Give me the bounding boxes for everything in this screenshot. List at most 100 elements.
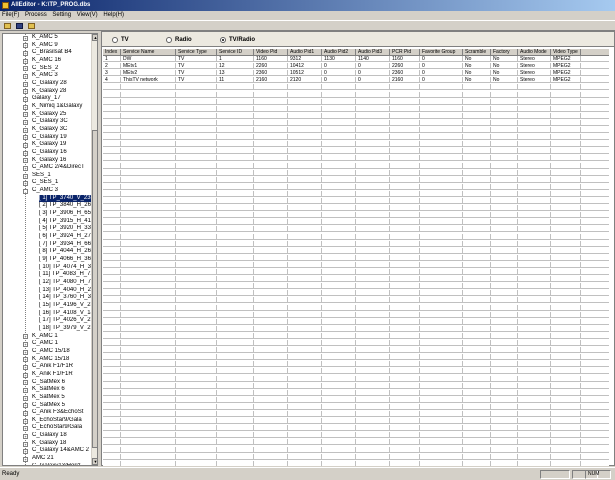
table-row[interactable] xyxy=(103,155,609,161)
satellite-tree[interactable]: +K_AMC 5+K_AMC 9+C_Brasilsat B4+K_AMC 16… xyxy=(2,33,98,466)
tree-node-satellite[interactable]: +C_Brasilsat B4 xyxy=(3,49,91,57)
table-row[interactable] xyxy=(103,127,609,133)
service-table[interactable]: IndexService NameService TypeService IDV… xyxy=(103,49,609,466)
table-row[interactable]: 2MEtv1TV122260104120022600NoNoStereoMPEG… xyxy=(103,63,609,69)
table-row[interactable] xyxy=(103,255,609,261)
expand-icon[interactable]: + xyxy=(23,51,28,56)
tree-node-transponder[interactable]: [ 5] TP_3920_H_334 xyxy=(3,225,91,233)
table-row[interactable] xyxy=(103,312,609,318)
tree-node-satellite[interactable]: +K_AMC 15/18 xyxy=(3,356,91,364)
tree-node-transponder[interactable]: [ 10] TP_4074_H_300 xyxy=(3,264,91,272)
folder-button[interactable] xyxy=(27,22,36,30)
table-row[interactable] xyxy=(103,262,609,268)
expand-icon[interactable]: + xyxy=(23,36,28,41)
expand-icon[interactable]: + xyxy=(23,449,28,454)
expand-icon[interactable]: + xyxy=(23,396,28,401)
tree-node-satellite[interactable]: +K_Galaxy 19 xyxy=(3,141,91,149)
tree-node-transponder[interactable]: [ 16] TP_4108_V_148 xyxy=(3,310,91,318)
tree-node-satellite[interactable]: +K_Galaxy 18 xyxy=(3,440,91,448)
expand-icon[interactable]: + xyxy=(23,120,28,125)
tree-node-satellite[interactable]: +C_Galaxy 14&AMC 2 xyxy=(3,447,91,455)
table-row[interactable] xyxy=(103,447,609,453)
tree-node-satellite[interactable]: +C_AMC 2/4&DirecT xyxy=(3,164,91,172)
expand-icon[interactable]: + xyxy=(23,112,28,117)
expand-icon[interactable]: + xyxy=(23,59,28,64)
menu-file[interactable]: File(F) xyxy=(0,11,21,20)
expand-icon[interactable]: + xyxy=(23,426,28,431)
table-row[interactable] xyxy=(103,290,609,296)
table-row[interactable] xyxy=(103,226,609,232)
tree-node-satellite[interactable]: +C_Anik F1/F1R xyxy=(3,363,91,371)
expand-icon[interactable]: + xyxy=(23,434,28,439)
tree-node-transponder[interactable]: [ 2] TP_3840_H_266 xyxy=(3,202,91,210)
tree-node-satellite[interactable]: +C_SatMex 6 xyxy=(3,379,91,387)
expand-icon[interactable]: + xyxy=(23,357,28,362)
expand-icon[interactable]: + xyxy=(23,442,28,447)
expand-icon[interactable]: + xyxy=(23,403,28,408)
tree-node-satellite[interactable]: +K_AMC 3 xyxy=(3,72,91,80)
tree-node-satellite[interactable]: +C_Galaxy 3C xyxy=(3,118,91,126)
table-row[interactable] xyxy=(103,198,609,204)
tree-node-transponder[interactable]: [ 18] TP_3979_V_266 xyxy=(3,325,91,333)
table-row[interactable] xyxy=(103,283,609,289)
tree-node-satellite[interactable]: +C_SES_2 xyxy=(3,65,91,73)
expand-icon[interactable]: + xyxy=(23,365,28,370)
expand-icon[interactable]: + xyxy=(23,89,28,94)
open-button[interactable] xyxy=(3,22,12,30)
tree-node-transponder[interactable]: [ 8] TP_4044_H_266 xyxy=(3,248,91,256)
table-row[interactable] xyxy=(103,454,609,460)
table-row[interactable] xyxy=(103,276,609,282)
tree-node-satellite[interactable]: +K_Galaxy 25 xyxy=(3,111,91,119)
expand-icon[interactable]: + xyxy=(23,373,28,378)
table-row[interactable] xyxy=(103,120,609,126)
tree-node-satellite[interactable]: +K_AMC 16 xyxy=(3,57,91,65)
table-row[interactable] xyxy=(103,84,609,90)
tree-node-satellite[interactable]: +C_AMC 15/18 xyxy=(3,348,91,356)
table-row[interactable] xyxy=(103,461,609,466)
table-row[interactable] xyxy=(103,425,609,431)
table-row[interactable] xyxy=(103,390,609,396)
tree-node-transponder[interactable]: [ 17] TP_4026_V_266 xyxy=(3,317,91,325)
tree-node-satellite[interactable]: +K_AMC 1 xyxy=(3,333,91,341)
tree-node-satellite[interactable]: +C_Galaxy13/Horiz xyxy=(3,463,91,466)
expand-icon[interactable]: + xyxy=(23,388,28,393)
scroll-thumb[interactable] xyxy=(92,130,98,448)
tree-node-satellite[interactable]: +K_SatMex 6 xyxy=(3,386,91,394)
table-row[interactable] xyxy=(103,205,609,211)
table-row[interactable] xyxy=(103,439,609,445)
tree-node-satellite[interactable]: +K_Galaxy 3C xyxy=(3,126,91,134)
table-row[interactable] xyxy=(103,134,609,140)
expand-icon[interactable]: + xyxy=(23,74,28,79)
tree-node-satellite[interactable]: +C_Galaxy 18 xyxy=(3,432,91,440)
table-row[interactable] xyxy=(103,305,609,311)
expand-icon[interactable]: + xyxy=(23,66,28,71)
collapse-icon[interactable]: - xyxy=(23,189,28,194)
menu-view[interactable]: View(V) xyxy=(75,11,100,20)
table-row[interactable] xyxy=(103,368,609,374)
table-row[interactable] xyxy=(103,404,609,410)
tree-node-satellite[interactable]: +K_AMC 9 xyxy=(3,42,91,50)
tree-node-satellite[interactable]: +K_EchoStar9/Gala xyxy=(3,417,91,425)
expand-icon[interactable]: + xyxy=(23,151,28,156)
tree-node-satellite[interactable]: +C_AMC 1 xyxy=(3,340,91,348)
tree-node-transponder[interactable]: [ 15] TP_4196_V_289 xyxy=(3,302,91,310)
expand-icon[interactable]: + xyxy=(23,143,28,148)
expand-icon[interactable]: + xyxy=(23,158,28,163)
table-row[interactable] xyxy=(103,106,609,112)
tree-scrollbar[interactable]: ▲ ▼ xyxy=(91,34,98,465)
tree-node-satellite[interactable]: -C_AMC 3 xyxy=(3,187,91,195)
tree-node-transponder[interactable]: [ 13] TP_4040_H_266 xyxy=(3,287,91,295)
table-row[interactable] xyxy=(103,269,609,275)
tree-node-transponder[interactable]: [ 12] TP_4080_H_72 xyxy=(3,279,91,287)
expand-icon[interactable]: + xyxy=(23,465,28,466)
table-row[interactable] xyxy=(103,141,609,147)
table-row[interactable] xyxy=(103,361,609,367)
table-row[interactable] xyxy=(103,376,609,382)
table-row[interactable] xyxy=(103,432,609,438)
expand-icon[interactable]: + xyxy=(23,181,28,186)
table-row[interactable] xyxy=(103,148,609,154)
table-row[interactable] xyxy=(103,92,609,98)
table-row[interactable] xyxy=(103,347,609,353)
table-row[interactable] xyxy=(103,184,609,190)
tree-node-transponder[interactable]: [ 14] TP_3760_H_300 xyxy=(3,294,91,302)
